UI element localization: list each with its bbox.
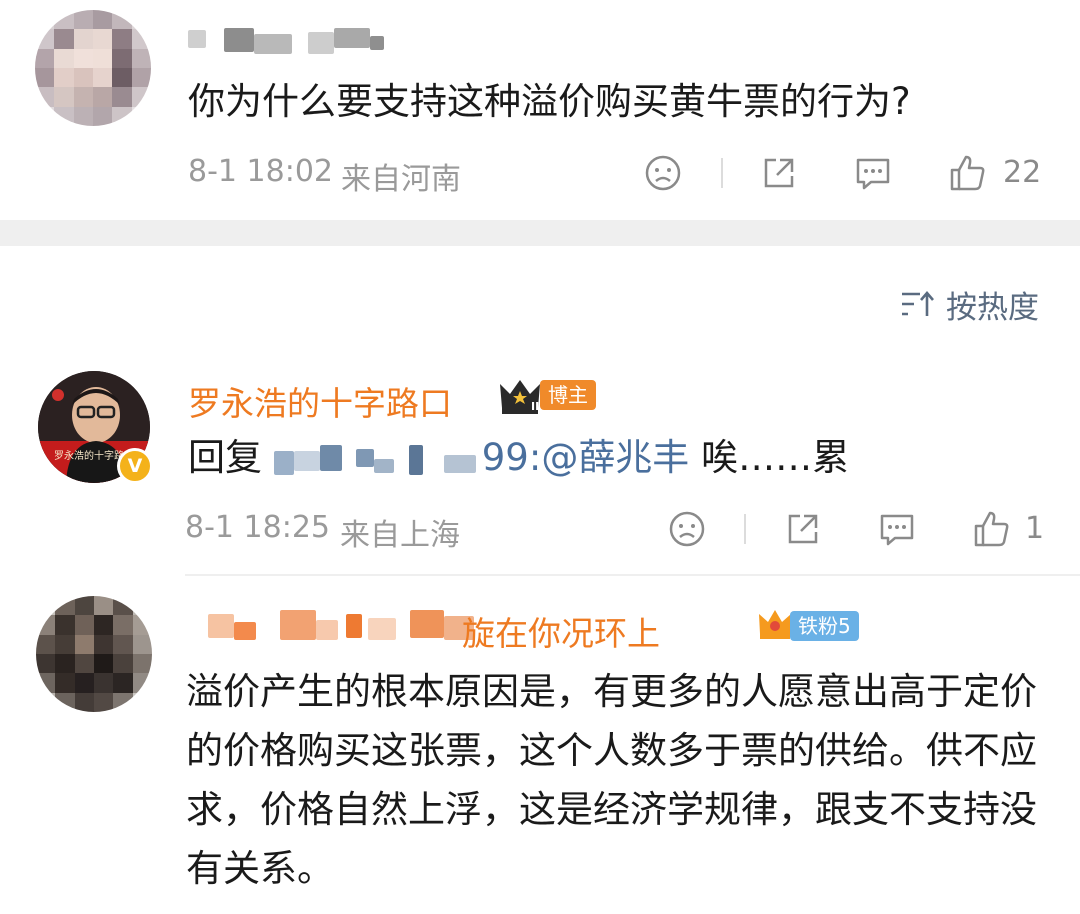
comment-time: 8-1 18:25	[185, 510, 330, 545]
username-visible[interactable]: 旋在你况环上	[462, 607, 660, 655]
sort-label: 按热度	[946, 289, 1039, 326]
dislike-icon[interactable]	[644, 154, 682, 196]
crown-icon	[498, 376, 542, 420]
reply-target-suffix[interactable]: 99:	[482, 436, 542, 479]
action-separator	[721, 158, 723, 188]
username-blurred[interactable]	[188, 28, 398, 58]
avatar[interactable]	[35, 10, 151, 126]
comment-location: 来自河南	[341, 162, 461, 197]
like-icon[interactable]	[972, 509, 1010, 553]
reply-prefix: 回复	[188, 436, 262, 479]
share-icon[interactable]	[784, 510, 822, 552]
username-blurred[interactable]	[196, 608, 476, 642]
mention-link[interactable]: @薛兆丰	[541, 436, 689, 479]
dislike-icon[interactable]	[668, 510, 706, 552]
like-icon[interactable]	[948, 153, 986, 197]
crown-icon	[757, 606, 793, 646]
fan-badge: 铁粉5	[790, 611, 859, 641]
reply-line: 回复 99:@薛兆丰 唉……累	[188, 430, 849, 486]
like-count: 22	[1003, 155, 1042, 190]
action-separator	[744, 514, 746, 544]
comment-time: 8-1 18:02	[188, 154, 333, 189]
sort-icon	[900, 288, 936, 320]
reply-target-blurred[interactable]	[273, 444, 482, 475]
comment-location: 来自上海	[340, 518, 460, 553]
avatar[interactable]	[36, 596, 152, 712]
comment-text: 溢价产生的根本原因是，有更多的人愿意出高于定价的价格购买这张票，这个人数多于票的…	[186, 670, 1037, 890]
comment-icon[interactable]	[877, 510, 917, 552]
comment-divider	[185, 574, 1080, 576]
verified-mark: V	[127, 454, 143, 477]
share-icon[interactable]	[760, 154, 798, 196]
verified-badge: V	[117, 448, 153, 484]
comment-icon[interactable]	[853, 154, 893, 196]
sort-button[interactable]: 按热度	[900, 284, 1039, 326]
blogger-badge: 博主	[540, 380, 596, 410]
comment-text: 你为什么要支持这种溢价购买黄牛票的行为?	[188, 80, 911, 123]
section-divider	[0, 220, 1080, 246]
like-count: 1	[1025, 511, 1045, 546]
reply-text: 唉……累	[701, 436, 850, 479]
crown-level: II	[531, 400, 540, 413]
username[interactable]: 罗永浩的十字路口	[188, 377, 452, 425]
